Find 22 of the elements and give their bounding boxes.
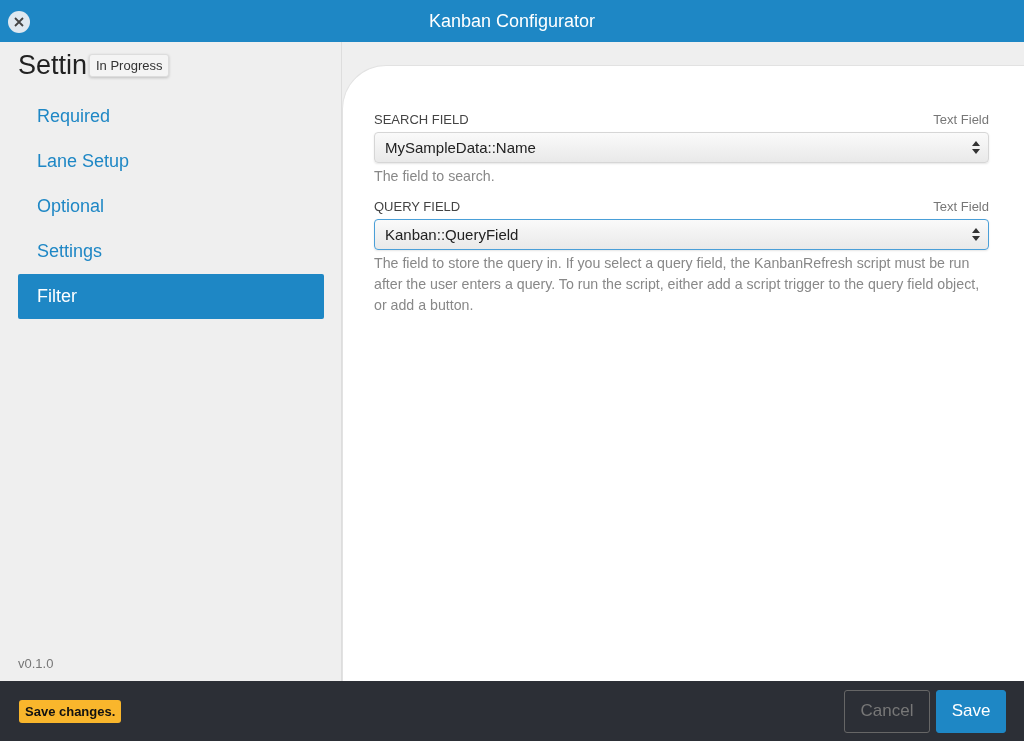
status-badge: Save changes. — [19, 699, 122, 723]
nav-item[interactable]: Lane Setup — [18, 139, 324, 184]
close-icon[interactable] — [8, 11, 30, 33]
field-label: SEARCH FIELD — [374, 112, 469, 127]
tooltip: In Progress — [89, 54, 170, 77]
field-type: Text Field — [933, 112, 989, 127]
field-dropdown[interactable]: MySampleData::Name — [374, 132, 989, 163]
window-title: Kanban Configurator — [428, 10, 596, 32]
field-label: QUERY FIELD — [374, 199, 461, 214]
field-type: Text Field — [933, 199, 989, 214]
help-text: The field to search. — [374, 167, 496, 186]
nav-item[interactable]: Settings — [18, 229, 324, 274]
help-text: The field to store the query in. If you select a query field, the KanbanRefresh script must be run after the user enters a query. To run the script, either add a script trigger to the query field object, or add a button. — [374, 254, 981, 315]
sidebar-heading: Settin — [18, 50, 88, 80]
nav-item[interactable]: Optional — [18, 184, 324, 229]
version-label: v0.1.0 — [18, 656, 55, 671]
field-dropdown[interactable]: Kanban::QueryField — [374, 219, 989, 250]
updown-icon — [972, 141, 980, 154]
nav-item[interactable]: Required — [18, 94, 324, 139]
save-button[interactable]: Save — [936, 689, 1006, 733]
updown-icon — [972, 228, 980, 241]
nav-item[interactable]: Filter — [18, 274, 324, 319]
